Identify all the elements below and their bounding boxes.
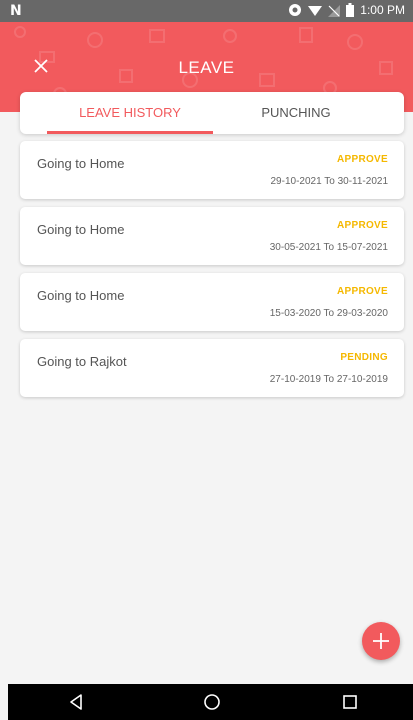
add-leave-button[interactable] bbox=[362, 622, 400, 660]
status-badge: APPROVE bbox=[336, 286, 388, 297]
system-icons: 1:00 PM bbox=[288, 3, 405, 17]
plus-icon bbox=[373, 633, 389, 649]
leave-dates: 30-05-2021 To 15-07-2021 bbox=[269, 242, 388, 253]
data-saver-icon bbox=[289, 4, 302, 16]
status-badge: APPROVE bbox=[336, 154, 388, 165]
tab-leave-history[interactable]: LEAVE HISTORY bbox=[47, 92, 213, 134]
notification-icon: N bbox=[10, 3, 22, 19]
status-badge: PENDING bbox=[340, 352, 388, 363]
leave-reason: Going to Rajkot bbox=[37, 354, 127, 369]
leave-card[interactable]: Going to Home APPROVE 29-10-2021 To 30-1… bbox=[20, 141, 404, 199]
battery-icon bbox=[346, 3, 355, 17]
leave-card[interactable]: Going to Home APPROVE 30-05-2021 To 15-0… bbox=[20, 207, 404, 265]
tab-punching[interactable]: PUNCHING bbox=[213, 92, 379, 134]
status-time: 1:00 PM bbox=[360, 3, 405, 17]
system-nav-bar bbox=[8, 684, 413, 720]
page-title: LEAVE bbox=[178, 58, 235, 77]
cell-signal-icon bbox=[328, 5, 341, 17]
status-badge: APPROVE bbox=[336, 220, 388, 231]
leave-reason: Going to Home bbox=[37, 222, 125, 237]
back-icon[interactable] bbox=[66, 692, 86, 712]
leave-card[interactable]: Going to Rajkot PENDING 27-10-2019 To 27… bbox=[20, 339, 404, 397]
status-bar: N 1:00 PM bbox=[0, 0, 413, 22]
leave-reason: Going to Home bbox=[37, 288, 125, 303]
active-tab-indicator bbox=[47, 131, 213, 134]
leave-dates: 29-10-2021 To 30-11-2021 bbox=[270, 176, 389, 187]
tab-bar: LEAVE HISTORY PUNCHING bbox=[20, 92, 404, 134]
wifi-icon bbox=[308, 6, 323, 16]
home-icon[interactable] bbox=[202, 692, 222, 712]
recent-apps-icon[interactable] bbox=[340, 692, 360, 712]
leave-dates: 15-03-2020 To 29-03-2020 bbox=[269, 308, 388, 319]
leave-reason: Going to Home bbox=[37, 156, 125, 171]
leave-card[interactable]: Going to Home APPROVE 15-03-2020 To 29-0… bbox=[20, 273, 404, 331]
leave-dates: 27-10-2019 To 27-10-2019 bbox=[269, 374, 388, 385]
